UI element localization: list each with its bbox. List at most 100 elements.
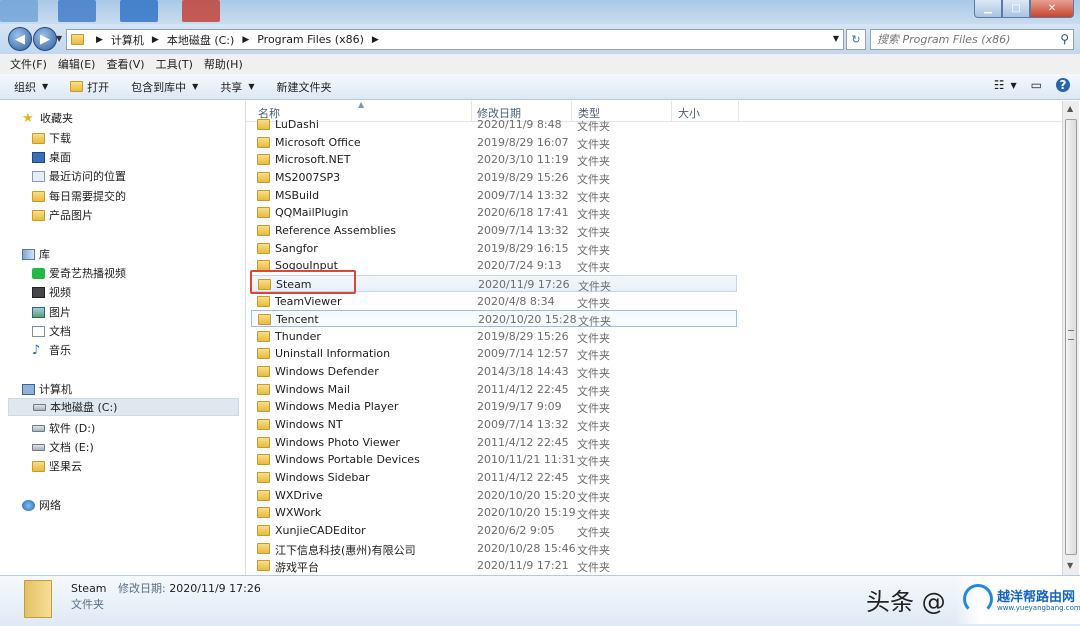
open-folder-icon xyxy=(70,81,84,92)
sidebar-item-d-drive[interactable]: 软件 (D:) xyxy=(32,420,95,436)
file-name: Reference Assemblies xyxy=(275,223,396,237)
new-folder-button[interactable]: 新建文件夹 xyxy=(276,79,331,95)
menu-file[interactable]: 文件(F) xyxy=(10,56,47,72)
file-row[interactable]: Windows Sidebar 2011/4/12 22:45 文件夹 xyxy=(251,469,737,486)
taskbar-thumbnail xyxy=(120,0,158,22)
close-button[interactable]: ✕ xyxy=(1030,0,1074,18)
sidebar-item-c-drive[interactable]: 本地磁盘 (C:) xyxy=(8,398,239,416)
taskbar-thumbnail xyxy=(58,0,96,22)
sidebar-item-downloads[interactable]: 下载 xyxy=(32,130,71,146)
address-dropdown-arrow[interactable]: ▼ xyxy=(833,34,839,43)
file-list: 名称 ▲ 修改日期 类型 大小 LuDashi 2020/11/9 8:48 文件夹… xyxy=(246,101,1062,575)
menu-help[interactable]: 帮助(H) xyxy=(204,56,243,72)
file-row[interactable]: Microsoft.NET 2020/3/10 11:19 文件夹 xyxy=(251,151,737,168)
share-button[interactable]: 共享 ▼ xyxy=(220,79,254,95)
menu-tools[interactable]: 工具(T) xyxy=(156,56,193,72)
file-row[interactable]: Windows Portable Devices 2010/11/21 11:31… xyxy=(251,451,737,468)
folder-icon xyxy=(257,507,270,519)
sidebar-network[interactable]: 网络 xyxy=(22,497,61,513)
selected-folder-icon xyxy=(24,580,52,618)
file-row[interactable]: 江下信息科技(惠州)有限公司 2020/10/28 15:46 文件夹 xyxy=(251,540,737,557)
file-type: 文件夹 xyxy=(577,543,610,557)
file-row[interactable]: WXWork 2020/10/20 15:19 文件夹 xyxy=(251,504,737,521)
sidebar-item-recent[interactable]: 最近访问的位置 xyxy=(32,168,126,184)
file-row[interactable]: Windows Media Player 2019/9/17 9:09 文件夹 xyxy=(251,398,737,415)
search-box[interactable]: ⚲ xyxy=(870,29,1074,50)
sidebar-item-pictures[interactable]: 图片 xyxy=(32,304,71,320)
help-icon[interactable]: ? xyxy=(1056,78,1070,92)
file-row[interactable]: XunjieCADEditor 2020/6/2 9:05 文件夹 xyxy=(251,522,737,539)
sidebar-item-videos[interactable]: 视频 xyxy=(32,284,71,300)
search-icon[interactable]: ⚲ xyxy=(1060,32,1069,46)
sidebar-libraries[interactable]: 库 xyxy=(22,246,50,262)
watermark-brand: 越洋帮路由网 xyxy=(997,590,1076,605)
file-type: 文件夹 xyxy=(577,120,610,133)
scroll-down-arrow[interactable]: ▼ xyxy=(1067,561,1073,570)
sidebar-item-jianguoyun[interactable]: 坚果云 xyxy=(32,458,82,474)
sidebar-item-daily[interactable]: 每日需要提交的 xyxy=(32,188,126,204)
file-row[interactable]: Sangfor 2019/8/29 16:15 文件夹 xyxy=(251,240,737,257)
file-row[interactable]: MSBuild 2009/7/14 13:32 文件夹 xyxy=(251,187,737,204)
organize-button[interactable]: 组织 ▼ xyxy=(14,79,48,95)
sort-ascending-icon: ▲ xyxy=(358,101,365,109)
file-row[interactable]: WXDrive 2020/10/20 15:20 文件夹 xyxy=(251,487,737,504)
file-date: 2009/7/14 12:57 xyxy=(477,347,569,361)
sidebar-item-music[interactable]: ♪ 音乐 xyxy=(32,342,71,358)
file-row[interactable]: LuDashi 2020/11/9 8:48 文件夹 xyxy=(251,116,737,133)
file-date: 2009/7/14 13:32 xyxy=(477,188,569,202)
menu-edit[interactable]: 编辑(E) xyxy=(58,56,96,72)
vertical-scrollbar[interactable]: ▲ ▼ xyxy=(1062,101,1079,575)
file-name: Windows Sidebar xyxy=(275,471,370,484)
new-folder-label: 新建文件夹 xyxy=(276,80,332,94)
forward-button[interactable]: ▶ xyxy=(33,27,57,51)
scroll-thumb[interactable] xyxy=(1065,119,1077,555)
video-library-icon xyxy=(32,286,45,298)
folder-icon xyxy=(257,171,270,183)
file-row[interactable]: Tencent 2020/10/20 15:28 文件夹 xyxy=(251,310,737,328)
sidebar-favorites[interactable]: ★ 收藏夹 xyxy=(22,110,73,126)
sidebar-computer[interactable]: 计算机 xyxy=(22,381,72,397)
file-row[interactable]: Reference Assemblies 2009/7/14 13:32 文件夹 xyxy=(251,222,737,239)
file-name: WXWork xyxy=(275,506,322,520)
breadcrumb-program-files[interactable]: Program Files (x86) xyxy=(257,33,364,46)
file-date: 2020/11/9 17:26 xyxy=(478,277,570,291)
file-row[interactable]: Uninstall Information 2009/7/14 12:57 文件夹 xyxy=(251,345,737,362)
file-row[interactable]: Microsoft Office 2019/8/29 16:07 文件夹 xyxy=(251,134,737,151)
file-row[interactable]: Thunder 2019/8/29 15:26 文件夹 xyxy=(251,328,737,345)
file-row[interactable]: Windows Photo Viewer 2011/4/12 22:45 文件夹 xyxy=(251,434,737,451)
refresh-button[interactable]: ↻ xyxy=(846,29,866,50)
file-date: 2020/10/20 15:20 xyxy=(477,488,576,502)
sidebar-item-desktop[interactable]: 桌面 xyxy=(32,149,71,165)
sidebar-item-iqiyi[interactable]: 爱奇艺热播视频 xyxy=(32,265,126,281)
breadcrumb-computer[interactable]: 计算机 xyxy=(111,32,144,48)
include-label: 包含到库中 xyxy=(131,80,187,94)
file-row[interactable]: MS2007SP3 2019/8/29 15:26 文件夹 xyxy=(251,169,737,186)
breadcrumb-c-drive[interactable]: 本地磁盘 (C:) xyxy=(167,32,234,48)
menu-view[interactable]: 查看(V) xyxy=(106,56,144,72)
address-bar[interactable]: ▶ 计算机 ▶ 本地磁盘 (C:) ▶ Program Files (x86) … xyxy=(66,29,844,50)
minimize-button[interactable]: ▁ xyxy=(974,0,1002,18)
command-bar: 组织 ▼ 打开 包含到库中 ▼ 共享 ▼ 新建文件夹 ☷ ▼ ▭ ? xyxy=(0,74,1080,100)
preview-pane-icon[interactable]: ▭ xyxy=(1031,78,1042,92)
file-row[interactable]: TeamViewer 2020/4/8 8:34 文件夹 xyxy=(251,293,737,310)
scroll-up-arrow[interactable]: ▲ xyxy=(1067,104,1073,113)
open-button[interactable]: 打开 xyxy=(70,79,109,95)
file-type: 文件夹 xyxy=(577,402,610,416)
change-view-icon[interactable]: ☷ xyxy=(994,78,1005,92)
search-input[interactable] xyxy=(871,30,1049,49)
sidebar-item-product-images[interactable]: 产品图片 xyxy=(32,207,93,223)
maximize-button[interactable]: □ xyxy=(1002,0,1030,18)
file-row[interactable]: Windows Mail 2011/4/12 22:45 文件夹 xyxy=(251,381,737,398)
file-date: 2014/3/18 14:43 xyxy=(477,365,569,379)
iqiyi-icon xyxy=(32,267,45,279)
sidebar-item-documents[interactable]: 文档 xyxy=(32,323,71,339)
sidebar-item-e-drive[interactable]: 文档 (E:) xyxy=(32,439,94,455)
file-row[interactable]: Windows Defender 2014/3/18 14:43 文件夹 xyxy=(251,363,737,380)
file-row[interactable]: Windows NT 2009/7/14 13:32 文件夹 xyxy=(251,416,737,433)
change-view-dropdown[interactable]: ▼ xyxy=(1011,81,1017,90)
file-row[interactable]: QQMailPlugin 2020/6/18 17:41 文件夹 xyxy=(251,204,737,221)
recent-pages-dropdown[interactable]: ▼ xyxy=(56,34,62,43)
file-row[interactable]: 游戏平台 2020/11/9 17:21 文件夹 xyxy=(251,557,737,574)
include-in-library-button[interactable]: 包含到库中 ▼ xyxy=(131,79,198,95)
back-button[interactable]: ◀ xyxy=(8,27,32,51)
